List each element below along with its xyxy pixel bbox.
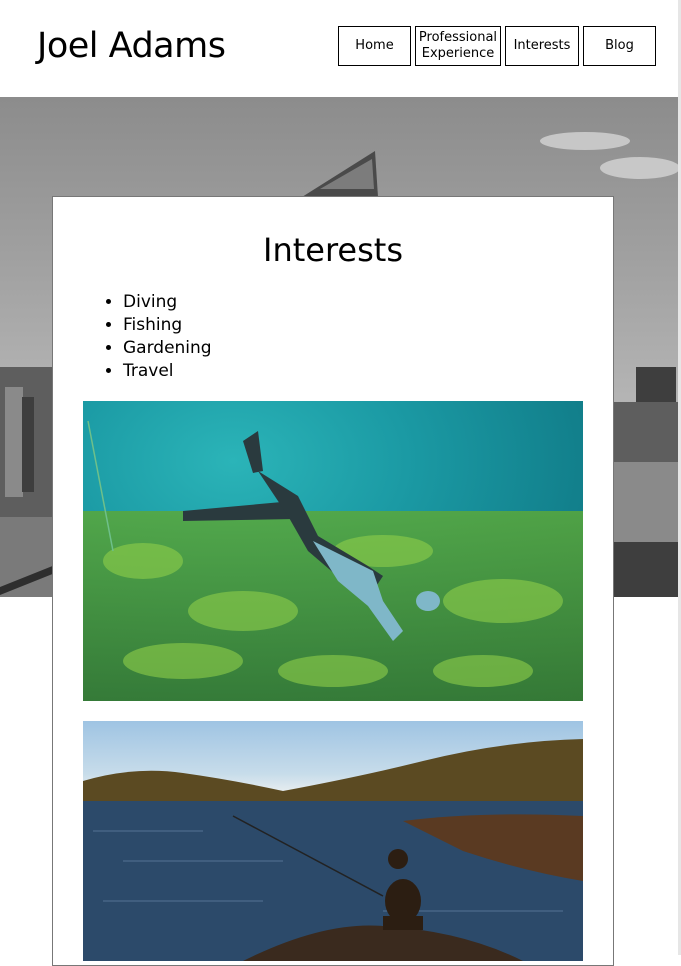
site-header: Joel Adams Home Professional Experience … (0, 0, 681, 97)
list-item: Gardening (123, 337, 212, 360)
list-item: Fishing (123, 314, 212, 337)
building-shape (5, 387, 23, 497)
page-heading: Interests (263, 231, 403, 269)
diver-illustration-icon (83, 420, 583, 701)
site-title[interactable]: Joel Adams (37, 26, 226, 66)
ramp-icon (0, 565, 55, 595)
building-shape (614, 542, 678, 597)
nav-blog-button[interactable]: Blog (583, 26, 656, 66)
opera-house-roof-icon (302, 151, 378, 197)
fishing-photo (83, 721, 583, 961)
building-shape (22, 397, 34, 492)
cloud-shape (600, 157, 678, 179)
cloud-shape (540, 132, 630, 150)
building-shape (614, 402, 678, 462)
content-card: Interests Diving Fishing Gardening Trave… (52, 196, 614, 966)
list-item: Diving (123, 291, 212, 314)
nav-home-button[interactable]: Home (338, 26, 411, 66)
interests-list: Diving Fishing Gardening Travel (93, 291, 212, 383)
rock-fishing-illustration-icon (83, 739, 583, 961)
nav-interests-button[interactable]: Interests (505, 26, 579, 66)
building-shape (614, 462, 678, 542)
list-item: Travel (123, 360, 212, 383)
nav-professional-experience-button[interactable]: Professional Experience (415, 26, 501, 66)
diving-photo (83, 401, 583, 701)
